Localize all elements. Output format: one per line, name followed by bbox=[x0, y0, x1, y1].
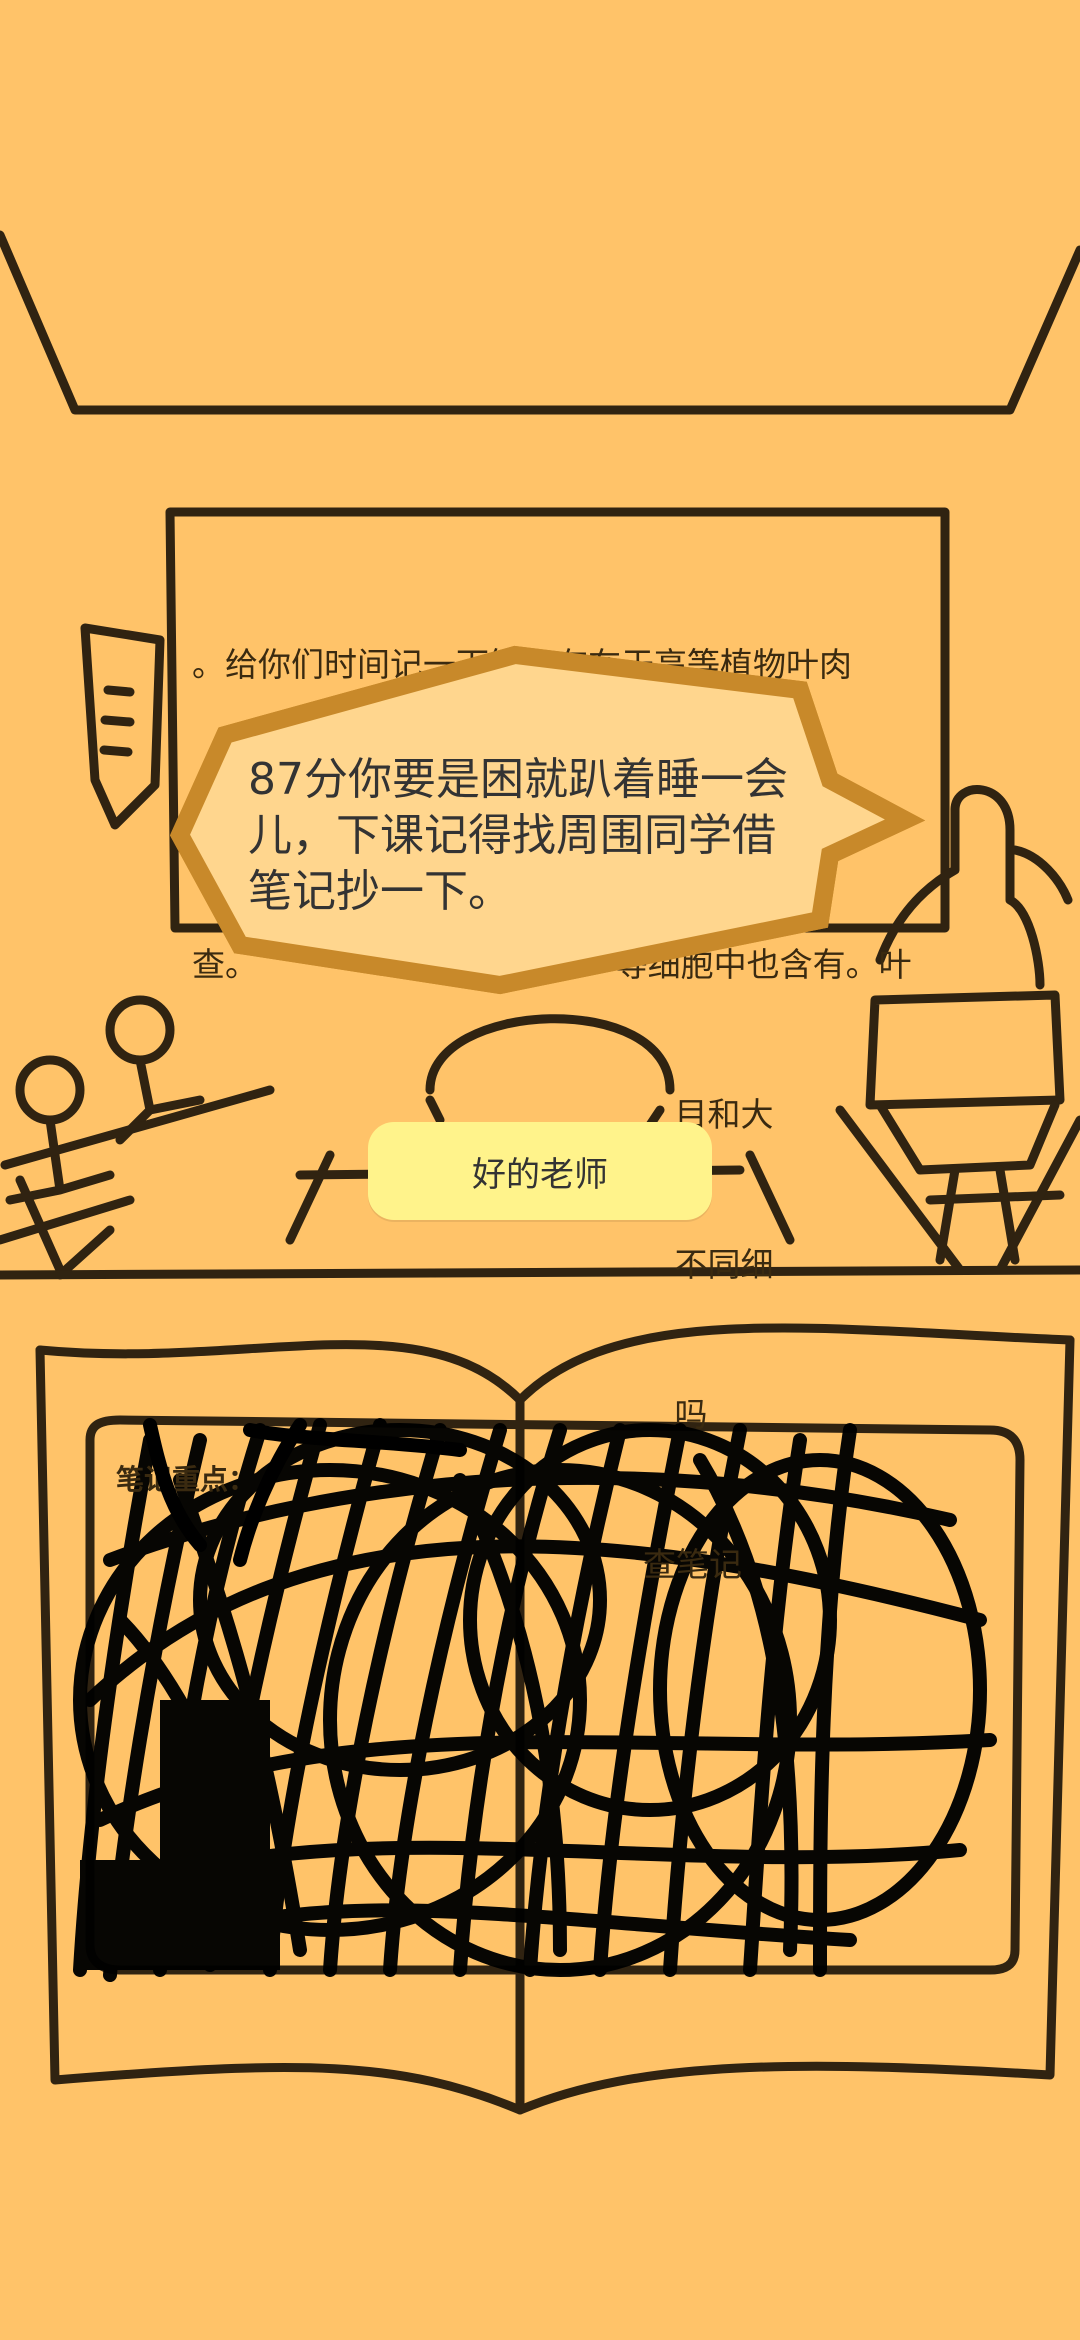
notebook-label: 笔记重点： bbox=[116, 1463, 257, 1496]
blackboard-line: 查。 等细胞中也含有。叶 bbox=[192, 945, 912, 984]
speech-bubble-text: 87分你要是困就趴着睡一会儿，下课记得找周围同学借笔记抄一下。 bbox=[248, 754, 788, 917]
blackboard-line: 不同细 bbox=[192, 1245, 774, 1284]
blackboard-text: 。给你们时间记一下笔，存在于高等植物叶肉 记，一会抽一个同学抽、幼茎的一些细胞内… bbox=[192, 540, 922, 1640]
blackboard-line: 吗 bbox=[192, 1395, 708, 1434]
blackboard-line: 。给你们时间记一下笔，存在于高等植物叶肉 bbox=[192, 645, 852, 684]
ok-teacher-button[interactable]: 好的老师 bbox=[368, 1122, 712, 1220]
blackboard-line: 查笔记 bbox=[192, 1545, 743, 1584]
